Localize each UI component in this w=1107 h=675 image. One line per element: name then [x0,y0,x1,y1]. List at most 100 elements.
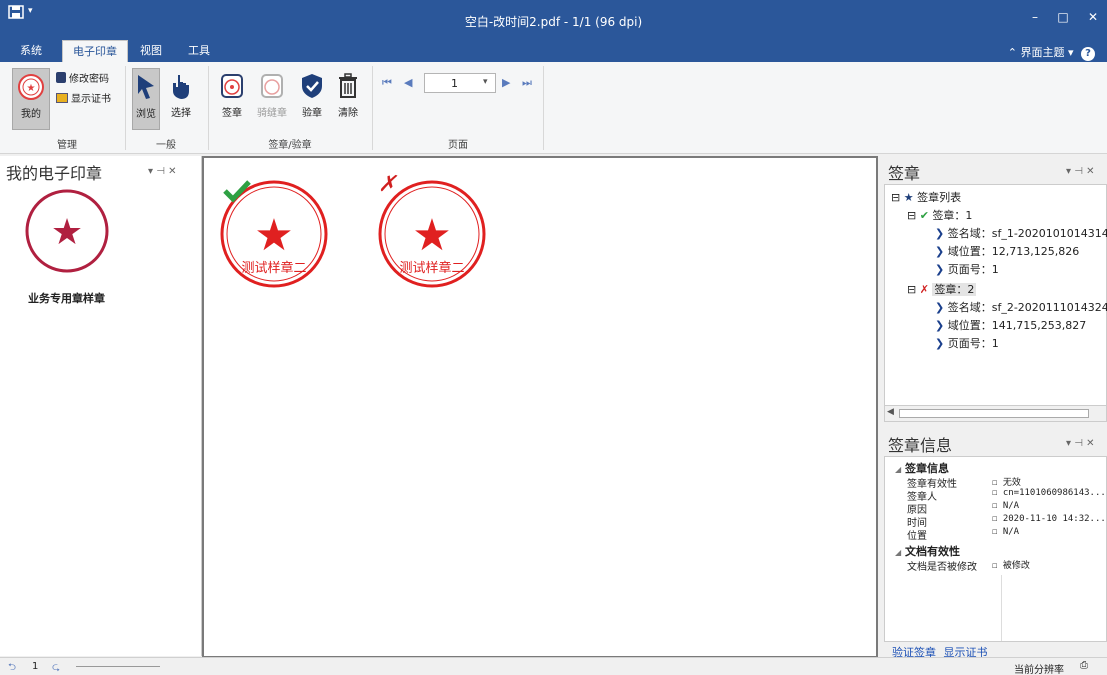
chevron-down-icon: ▾ [483,77,488,87]
prev-view-icon[interactable]: ⮌ [8,660,16,675]
next-page-icon[interactable]: ▶ [502,76,510,89]
clear-label: 清除 [338,108,358,119]
zoom-slider[interactable] [76,666,160,667]
help-icon[interactable]: ? [1081,47,1095,61]
panel-controls-icon[interactable]: ▾ ⊣ ✕ [148,166,176,177]
clear-button[interactable]: 清除 [332,68,364,130]
tab-tools[interactable]: 工具 [178,40,220,62]
signature-1-name: 签名域：sf_1-2020101014314 [947,227,1107,240]
group-label-general: 一般 [156,140,176,151]
valid-check-icon: ✔ [919,209,929,222]
tab-view[interactable]: 视图 [130,40,172,62]
prop-row-doc-modified[interactable]: 文档是否被修改 ☐ 被修改 [885,558,1107,573]
horizontal-scrollbar[interactable]: ◀ [885,405,1106,421]
change-password-button[interactable]: 修改密码 [56,70,109,85]
shield-check-icon [302,74,322,98]
group-label-manage: 管理 [57,140,77,151]
document-view[interactable]: ★ 测试样章二 ★ 测试样章二 ✗ [202,156,878,658]
prop-value: ☐ 无效 [992,478,1021,488]
certificate-icon [56,92,68,103]
panel-controls-icon[interactable]: ▾ ⊣ ✕ [1066,166,1094,177]
tree-leaf[interactable]: ❯ 页面号：1 [935,335,999,351]
resolution-icon[interactable]: ⎙ [1080,660,1088,671]
window-title: 空白-改时间2.pdf - 1/1 (96 dpi) [464,15,643,29]
theme-menu[interactable]: ⌃ 界面主题 ▾ ? [1008,44,1095,61]
browse-label: 浏览 [136,109,156,120]
prop-row-time[interactable]: 时间 ☐ 2020-11-10 14:32... [885,514,1107,529]
signature-tree: ⊟ ★ 签章列表 ⊟ ✔ 签章：1 ❯ 签名域：sf_1-20201010143… [884,184,1107,422]
signature-panel-title: 签章 [888,164,921,183]
seal-2-bottom-text: 测试样章二 [399,260,464,276]
ribbon-separator [372,66,373,150]
tree-root[interactable]: ⊟ ★ 签章列表 [891,189,961,205]
dropdown-icon: ▾ [1067,46,1074,59]
valid-check-icon [223,180,251,203]
group-label-page: 页面 [448,140,468,151]
tree-leaf[interactable]: ❯ 签名域：sf_1-2020101014314 [935,225,1107,241]
my-seals-button[interactable]: ★ 我的 [12,68,50,130]
lock-icon [56,72,66,83]
my-seals-panel: 我的电子印章 ▾ ⊣ ✕ ★ 业务专用章样章 [0,156,202,656]
prop-value: ☐ 2020-11-10 14:32... [992,514,1106,524]
select-button[interactable]: 选择 [166,68,196,130]
theme-label: 界面主题 [1020,46,1065,59]
browse-button[interactable]: 浏览 [132,68,160,130]
next-view-icon[interactable]: ⮎ [52,660,60,675]
svg-text:★: ★ [51,212,83,253]
prop-row-signer[interactable]: 签章人 ☐ cn=1101060986143... [885,488,1107,503]
tree-item-signature-1[interactable]: ⊟ ✔ 签章：1 [907,207,972,223]
invalid-x-icon: ✗ [378,172,397,197]
chevron-up-icon: ⌃ [1007,46,1017,59]
page-number-value: 1 [451,77,458,90]
svg-text:★: ★ [27,83,36,94]
tab-e-seal[interactable]: 电子印章 [62,40,128,62]
prop-value: ☐ N/A [992,501,1020,511]
title-bar: ▾ 空白-改时间2.pdf - 1/1 (96 dpi) – □ ✕ [0,0,1107,40]
close-icon[interactable]: ✕ [1083,10,1103,26]
show-certificate-button[interactable]: 显示证书 [56,90,111,105]
scroll-left-icon[interactable]: ◀ [887,407,894,417]
prop-row-reason[interactable]: 原因 ☐ N/A [885,501,1107,516]
seal-icon: ★ [18,74,44,100]
signature-2-position: 域位置：141,715,253,827 [947,319,1087,332]
signature-1-label: 签章：1 [932,209,973,222]
hand-pointer-icon [173,75,189,99]
minimize-icon[interactable]: – [1025,10,1045,26]
first-page-icon[interactable]: ⏮ [382,76,392,90]
sign-button[interactable]: 签章 [216,68,248,130]
tree-leaf[interactable]: ❯ 签名域：sf_2-2020111014324 [935,299,1107,315]
tree-leaf[interactable]: ❯ 页面号：1 [935,261,999,277]
panel-controls-icon[interactable]: ▾ ⊣ ✕ [1066,438,1094,449]
signature-1-position: 域位置：12,713,125,826 [947,245,1080,258]
tree-item-signature-2[interactable]: ⊟ ✗ 签章：2 [907,281,977,297]
section-document-validity[interactable]: ◢ 文档有效性 [895,543,960,559]
verify-button[interactable]: 验章 [296,68,328,130]
riding-seal-button[interactable]: 骑缝章 [254,68,290,130]
page-number-select[interactable]: 1 ▾ [424,73,496,93]
chevron-right-icon: ❯ [935,245,945,258]
tree-leaf[interactable]: ❯ 域位置：12,713,125,826 [935,243,1079,259]
signature-2-label: 签章：2 [932,283,977,296]
verify-label: 验章 [302,108,322,119]
business-seal-thumbnail[interactable]: ★ [22,186,112,276]
change-password-label: 修改密码 [69,74,109,85]
prop-row-location[interactable]: 位置 ☐ N/A [885,527,1107,542]
section-signature-info[interactable]: ◢ 签章信息 [895,460,949,476]
tree-leaf[interactable]: ❯ 域位置：141,715,253,827 [935,317,1086,333]
svg-text:★: ★ [412,210,451,261]
ribbon-separator [208,66,209,150]
star-icon: ★ [903,191,914,204]
cursor-arrow-icon [138,75,154,99]
tab-system[interactable]: 系统 [10,40,52,62]
signature-info-grid: ◢ 签章信息 签章有效性 ☐ 无效 签章人 ☐ cn=1101060986143..… [884,456,1107,642]
scrollbar-thumb[interactable] [899,409,1089,418]
prop-row-validity[interactable]: 签章有效性 ☐ 无效 [885,475,1107,490]
seal-name-label: 业务专用章样章 [28,292,105,305]
last-page-icon[interactable]: ⏭ [522,76,532,90]
status-page-number: 1 [32,661,39,672]
tree-root-label: 签章列表 [917,191,962,204]
maximize-icon[interactable]: □ [1053,10,1073,26]
sign-seal-icon [221,74,243,98]
prev-page-icon[interactable]: ◀ [404,76,412,89]
svg-text:★: ★ [254,210,293,261]
